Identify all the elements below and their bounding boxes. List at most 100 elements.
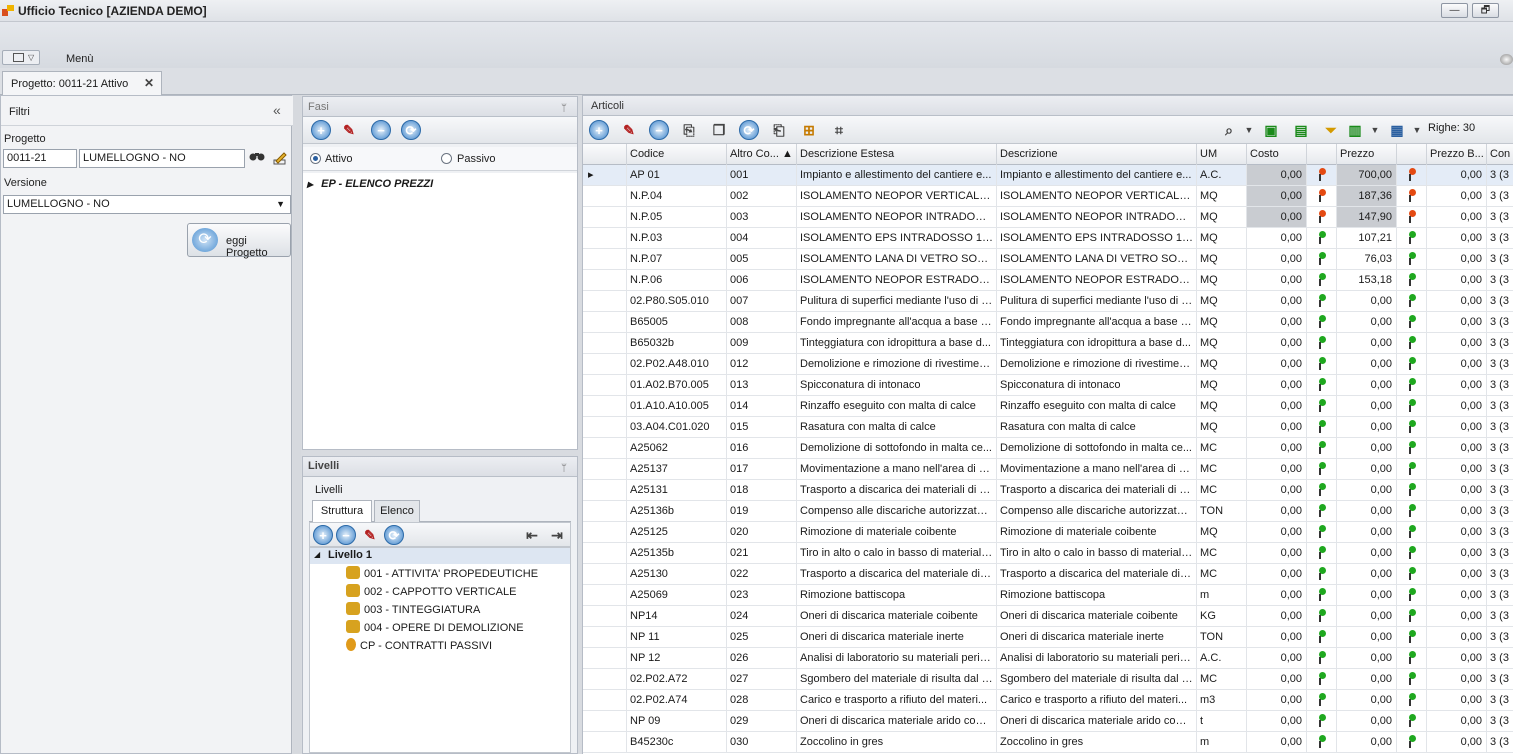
cell-um[interactable]: MQ — [1197, 354, 1247, 374]
cell-um[interactable]: MC — [1197, 480, 1247, 500]
cell-con[interactable]: 3 (3 — [1487, 543, 1513, 563]
chevron-down-icon[interactable]: ▼ — [1239, 120, 1259, 140]
cell-costo-flag[interactable] — [1307, 396, 1337, 416]
cell-altro-codice[interactable]: 003 — [727, 207, 797, 227]
row-indicator[interactable] — [583, 522, 627, 542]
cell-prezzo[interactable]: 0,00 — [1337, 480, 1397, 500]
columns-icon[interactable]: ▥ — [1345, 120, 1365, 140]
cell-codice[interactable]: N.P.07 — [627, 249, 727, 269]
cell-codice[interactable]: N.P.04 — [627, 186, 727, 206]
cell-descrizione[interactable]: Compenso alle discariche autorizzate ... — [997, 501, 1197, 521]
pencil-icon[interactable]: ✎ — [339, 120, 359, 140]
table-row[interactable]: A25135b 021 Tiro in alto o calo in basso d… — [583, 543, 1513, 564]
cell-altro-codice[interactable]: 015 — [727, 417, 797, 437]
cell-descrizione[interactable]: Trasporto a discarica dei materiali di r… — [997, 480, 1197, 500]
cell-um[interactable]: MQ — [1197, 249, 1247, 269]
tree-node-cp[interactable]: CP - CONTRATTI PASSIVI — [346, 638, 492, 652]
col-prezzo[interactable]: Prezzo — [1337, 144, 1397, 165]
cell-costo[interactable]: 0,00 — [1247, 228, 1307, 248]
cell-descrizione-estesa[interactable]: Rimozione di materiale coibente — [797, 522, 997, 542]
cell-costo-flag[interactable] — [1307, 417, 1337, 437]
cell-prezzo-base[interactable]: 0,00 — [1427, 564, 1487, 584]
tree-node-002[interactable]: 002 - CAPPOTTO VERTICALE — [346, 584, 516, 598]
cell-codice[interactable]: B45230c — [627, 732, 727, 752]
tab-progetto[interactable]: Progetto: 0011-21 Attivo ✕ — [2, 71, 162, 95]
table-row[interactable]: 02.P02.A72 027 Sgombero del materiale di r… — [583, 669, 1513, 690]
add-icon[interactable]: + — [311, 120, 331, 140]
cell-con[interactable]: 3 (3 — [1487, 606, 1513, 626]
cell-codice[interactable]: A25135b — [627, 543, 727, 563]
grid-view-icon[interactable]: ▦ — [1387, 120, 1407, 140]
search-grid-icon[interactable]: ⌕ — [1219, 120, 1239, 140]
cell-prezzo-flag[interactable] — [1397, 333, 1427, 353]
cell-descrizione-estesa[interactable]: Oneri di discarica materiale arido com..… — [797, 711, 997, 731]
chevron-down-icon[interactable]: ▼ — [1407, 120, 1427, 140]
cell-codice[interactable]: 02.P02.A74 — [627, 690, 727, 710]
cell-prezzo[interactable]: 153,18 — [1337, 270, 1397, 290]
cell-costo-flag[interactable] — [1307, 228, 1337, 248]
cell-costo-flag[interactable] — [1307, 585, 1337, 605]
cell-descrizione[interactable]: Zoccolino in gres — [997, 732, 1197, 752]
cell-altro-codice[interactable]: 006 — [727, 270, 797, 290]
tree-root-row[interactable]: ◢ Livello 1 — [310, 548, 570, 564]
cell-codice[interactable]: B65005 — [627, 312, 727, 332]
cell-costo-flag[interactable] — [1307, 564, 1337, 584]
cell-con[interactable]: 3 (3 — [1487, 312, 1513, 332]
cell-prezzo-base[interactable]: 0,00 — [1427, 291, 1487, 311]
table-row[interactable]: ▸ AP 01 001 Impianto e allestimento del can… — [583, 165, 1513, 186]
move-right-icon[interactable]: ⇥ — [547, 525, 567, 545]
cell-prezzo-base[interactable]: 0,00 — [1427, 354, 1487, 374]
cell-descrizione[interactable]: Carico e trasporto a rifiuto del materi.… — [997, 690, 1197, 710]
cell-prezzo[interactable]: 187,36 — [1337, 186, 1397, 206]
col-altro-codice[interactable]: Altro Co... ▲ — [727, 144, 797, 165]
cell-codice[interactable]: 01.A02.B70.005 — [627, 375, 727, 395]
cell-descrizione[interactable]: Tiro in alto o calo in basso di material… — [997, 543, 1197, 563]
table-row[interactable]: 02.P80.S05.010 007 Pulitura di superfici m… — [583, 291, 1513, 312]
cell-costo[interactable]: 0,00 — [1247, 564, 1307, 584]
table-row[interactable]: A25125 020 Rimozione di materiale coibente… — [583, 522, 1513, 543]
cell-prezzo[interactable]: 0,00 — [1337, 354, 1397, 374]
cell-descrizione[interactable]: Pulitura di superfici mediante l'uso di … — [997, 291, 1197, 311]
table-row[interactable]: NP 09 029 Oneri di discarica materiale ari… — [583, 711, 1513, 732]
cell-descrizione[interactable]: Demolizione di sottofondo in malta ce... — [997, 438, 1197, 458]
cell-prezzo-flag[interactable] — [1397, 354, 1427, 374]
cell-descrizione[interactable]: Movimentazione a mano nell'area di c... — [997, 459, 1197, 479]
cell-descrizione[interactable]: ISOLAMENTO NEOPOR ESTRADOSSO... — [997, 270, 1197, 290]
cell-con[interactable]: 3 (3 — [1487, 627, 1513, 647]
cell-altro-codice[interactable]: 008 — [727, 312, 797, 332]
pencil-icon[interactable]: ✎ — [360, 525, 380, 545]
row-indicator[interactable] — [583, 648, 627, 668]
cell-prezzo-base[interactable]: 0,00 — [1427, 690, 1487, 710]
tree-item-ep[interactable]: ▶ EP - ELENCO PREZZI — [307, 178, 433, 190]
cell-altro-codice[interactable]: 020 — [727, 522, 797, 542]
cell-descrizione[interactable]: Analisi di laboratorio su materiali peri… — [997, 648, 1197, 668]
cell-altro-codice[interactable]: 004 — [727, 228, 797, 248]
add-icon[interactable]: + — [313, 525, 333, 545]
cell-costo-flag[interactable] — [1307, 648, 1337, 668]
cell-codice[interactable]: NP 12 — [627, 648, 727, 668]
cell-prezzo-base[interactable]: 0,00 — [1427, 165, 1487, 185]
cell-codice[interactable]: 03.A04.C01.020 — [627, 417, 727, 437]
table-row[interactable]: A25130 022 Trasporto a discarica del mater… — [583, 564, 1513, 585]
row-indicator[interactable] — [583, 249, 627, 269]
cell-prezzo-flag[interactable] — [1397, 396, 1427, 416]
cell-codice[interactable]: N.P.03 — [627, 228, 727, 248]
cell-prezzo-base[interactable]: 0,00 — [1427, 711, 1487, 731]
cell-con[interactable]: 3 (3 — [1487, 228, 1513, 248]
col-costo-flag[interactable] — [1307, 144, 1337, 165]
cell-con[interactable]: 3 (3 — [1487, 396, 1513, 416]
cell-costo[interactable]: 0,00 — [1247, 291, 1307, 311]
cell-altro-codice[interactable]: 009 — [727, 333, 797, 353]
cell-costo[interactable]: 0,00 — [1247, 543, 1307, 563]
cell-prezzo[interactable]: 0,00 — [1337, 438, 1397, 458]
cell-altro-codice[interactable]: 005 — [727, 249, 797, 269]
pencil-icon[interactable]: ✎ — [619, 120, 639, 140]
cell-altro-codice[interactable]: 024 — [727, 606, 797, 626]
cell-prezzo-flag[interactable] — [1397, 627, 1427, 647]
cell-con[interactable]: 3 (3 — [1487, 354, 1513, 374]
cell-descrizione[interactable]: ISOLAMENTO NEOPOR INTRADOSSO ... — [997, 207, 1197, 227]
cell-descrizione[interactable]: Rimozione di materiale coibente — [997, 522, 1197, 542]
cell-con[interactable]: 3 (3 — [1487, 375, 1513, 395]
cell-costo-flag[interactable] — [1307, 669, 1337, 689]
cell-descrizione[interactable]: ISOLAMENTO LANA DI VETRO SOTTO... — [997, 249, 1197, 269]
